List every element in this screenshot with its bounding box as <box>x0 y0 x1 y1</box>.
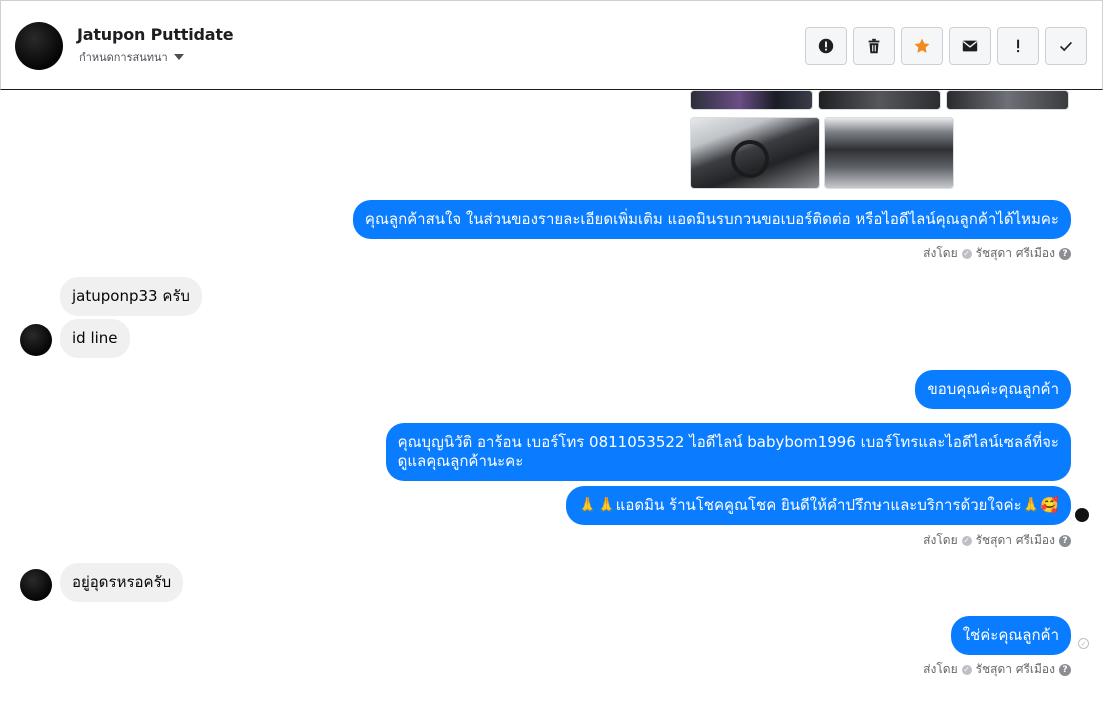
contact-avatar-small[interactable] <box>20 324 52 356</box>
star-button[interactable] <box>901 27 943 65</box>
check-circle-icon: ✓ <box>961 535 972 546</box>
attached-photo[interactable] <box>690 117 820 189</box>
sender-name[interactable]: รัชสุดา ศรีเมือง <box>976 244 1055 263</box>
report-button[interactable] <box>805 27 847 65</box>
sent-by-label: ส่งโดย <box>923 533 958 547</box>
sender-name[interactable]: รัชสุดา ศรีเมือง <box>976 531 1055 550</box>
delete-button[interactable] <box>853 27 895 65</box>
sent-by-info: ส่งโดย ✓ รัชสุดา ศรีเมือง ? <box>923 531 1071 550</box>
message-line: คุณบุญนิวัติ อาร้อน เบอร์โทร 0811053522 … <box>397 433 1059 451</box>
sent-status-icon: ✓ <box>1078 638 1089 649</box>
conversation-status-dropdown[interactable]: กำหนดการสนทนา <box>79 48 184 66</box>
seen-avatar-indicator <box>1075 508 1089 522</box>
help-icon[interactable]: ? <box>1059 534 1071 547</box>
sent-by-info: ส่งโดย ✓ รัชสุดา ศรีเมือง ? <box>923 244 1071 263</box>
sent-by-label: ส่งโดย <box>923 246 958 260</box>
outgoing-message[interactable]: 🙏🙏แอดมิน ร้านโชคคูณโชค ยินดีให้คำปรึกษาแ… <box>566 486 1071 525</box>
help-icon[interactable]: ? <box>1059 663 1071 676</box>
outgoing-message[interactable]: ใช่ค่ะคุณลูกค้า <box>950 616 1071 655</box>
contact-avatar-small[interactable] <box>20 569 52 601</box>
attached-photo[interactable] <box>690 90 813 110</box>
conversation-status-label: กำหนดการสนทนา <box>79 51 168 64</box>
message-thread[interactable]: คุณลูกค้าสนใจ ในส่วนของรายละเอียดเพิ่มเต… <box>0 90 1103 711</box>
message-line: ดูแลคุณลูกค้านะคะ <box>397 452 524 470</box>
conversation-header: Jatupon Puttidate กำหนดการสนทนา <box>0 0 1103 90</box>
check-circle-icon: ✓ <box>961 664 972 675</box>
incoming-message[interactable]: อยู่อุดรหรอครับ <box>60 563 184 602</box>
attached-photo[interactable] <box>946 90 1069 110</box>
incoming-message[interactable]: jatuponp33 ครับ <box>60 277 202 316</box>
contact-avatar[interactable] <box>15 22 63 70</box>
trash-icon <box>868 38 880 54</box>
header-actions <box>805 27 1087 65</box>
check-circle-icon: ✓ <box>961 248 972 259</box>
mail-icon <box>962 40 978 52</box>
incoming-message[interactable]: id line <box>60 319 130 358</box>
contact-name[interactable]: Jatupon Puttidate <box>77 25 234 44</box>
mark-important-button[interactable] <box>997 27 1039 65</box>
help-icon[interactable]: ? <box>1059 247 1071 260</box>
mark-done-button[interactable] <box>1045 27 1087 65</box>
attached-photo[interactable] <box>824 117 954 189</box>
attached-photo[interactable] <box>818 90 941 110</box>
star-icon <box>914 38 930 53</box>
alert-circle-icon <box>818 38 834 54</box>
outgoing-message[interactable]: คุณบุญนิวัติ อาร้อน เบอร์โทร 0811053522 … <box>385 423 1071 481</box>
check-icon <box>1060 41 1072 52</box>
exclamation-icon <box>1017 39 1020 53</box>
mail-button[interactable] <box>949 27 991 65</box>
outgoing-message[interactable]: คุณลูกค้าสนใจ ในส่วนของรายละเอียดเพิ่มเต… <box>352 200 1071 239</box>
caret-down-icon <box>173 54 184 60</box>
sent-by-label: ส่งโดย <box>923 662 958 676</box>
sent-by-info: ส่งโดย ✓ รัชสุดา ศรีเมือง ? <box>923 660 1071 679</box>
sender-name[interactable]: รัชสุดา ศรีเมือง <box>976 660 1055 679</box>
outgoing-message[interactable]: ขอบคุณค่ะคุณลูกค้า <box>915 370 1071 409</box>
